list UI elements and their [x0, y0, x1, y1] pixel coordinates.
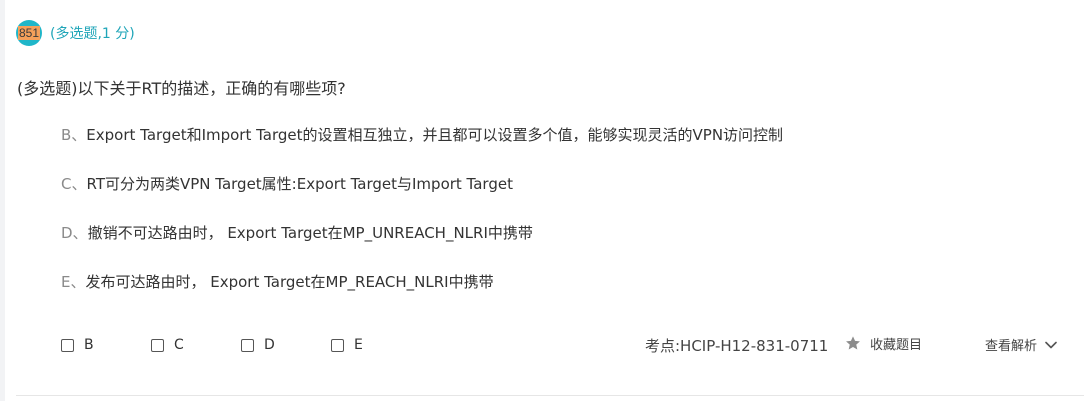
answer-choice-d[interactable]: D: [241, 337, 331, 353]
choice-label: C: [174, 337, 184, 353]
question-header: 851 (多选题,1 分): [16, 20, 135, 46]
chevron-down-icon: [1045, 341, 1057, 348]
option-item: E、 发布可达路由时， Export Target在MP_REACH_NLRI中…: [61, 271, 783, 320]
question-number-badge: 851: [16, 20, 42, 46]
option-text: 撤销不可达路由时， Export Target在MP_UNREACH_NLRI中…: [87, 224, 533, 242]
option-text: 发布可达路由时， Export Target在MP_REACH_NLRI中携带: [85, 273, 494, 291]
checkbox[interactable]: [241, 338, 254, 352]
left-rail: [0, 0, 5, 401]
option-text: RT可分为两类VPN Target属性:Export Target与Import…: [86, 175, 513, 193]
question-stem: (多选题)以下关于RT的描述，正确的有哪些项?: [17, 79, 346, 98]
option-list: B、 Export Target和Import Target的设置相互独立，并且…: [61, 124, 783, 320]
favorite-button[interactable]: 收藏题目: [844, 334, 922, 353]
checkbox[interactable]: [61, 338, 74, 352]
star-icon: [846, 336, 860, 350]
choice-label: D: [264, 337, 275, 353]
answer-choice-b[interactable]: B: [61, 337, 151, 353]
answer-choices: B C D E: [61, 335, 421, 355]
option-text: Export Target和Import Target的设置相互独立，并且都可以…: [86, 126, 784, 144]
kaodian-label: 考点:HCIP-H12-831-0711: [645, 337, 829, 355]
favorite-label: 收藏题目: [870, 338, 923, 353]
option-key: C、: [61, 175, 87, 193]
view-analysis-label: 查看解析: [985, 339, 1038, 354]
choice-label: B: [84, 337, 94, 353]
checkbox[interactable]: [151, 338, 164, 352]
option-key: E、: [61, 273, 86, 291]
checkbox[interactable]: [331, 338, 344, 352]
choice-label: E: [354, 337, 363, 353]
divider: [16, 395, 1084, 396]
option-item: D、 撤销不可达路由时， Export Target在MP_UNREACH_NL…: [61, 222, 783, 271]
answer-choice-e[interactable]: E: [331, 337, 421, 353]
answer-choice-c[interactable]: C: [151, 337, 241, 353]
question-type: (多选题,1 分): [50, 26, 135, 42]
question-number: 851: [17, 26, 41, 40]
option-key: B、: [61, 126, 87, 144]
option-key: D、: [61, 224, 88, 242]
option-item: B、 Export Target和Import Target的设置相互独立，并且…: [61, 124, 783, 173]
view-analysis-button[interactable]: 查看解析: [985, 335, 1057, 354]
option-item: C、 RT可分为两类VPN Target属性:Export Target与Imp…: [61, 173, 783, 222]
